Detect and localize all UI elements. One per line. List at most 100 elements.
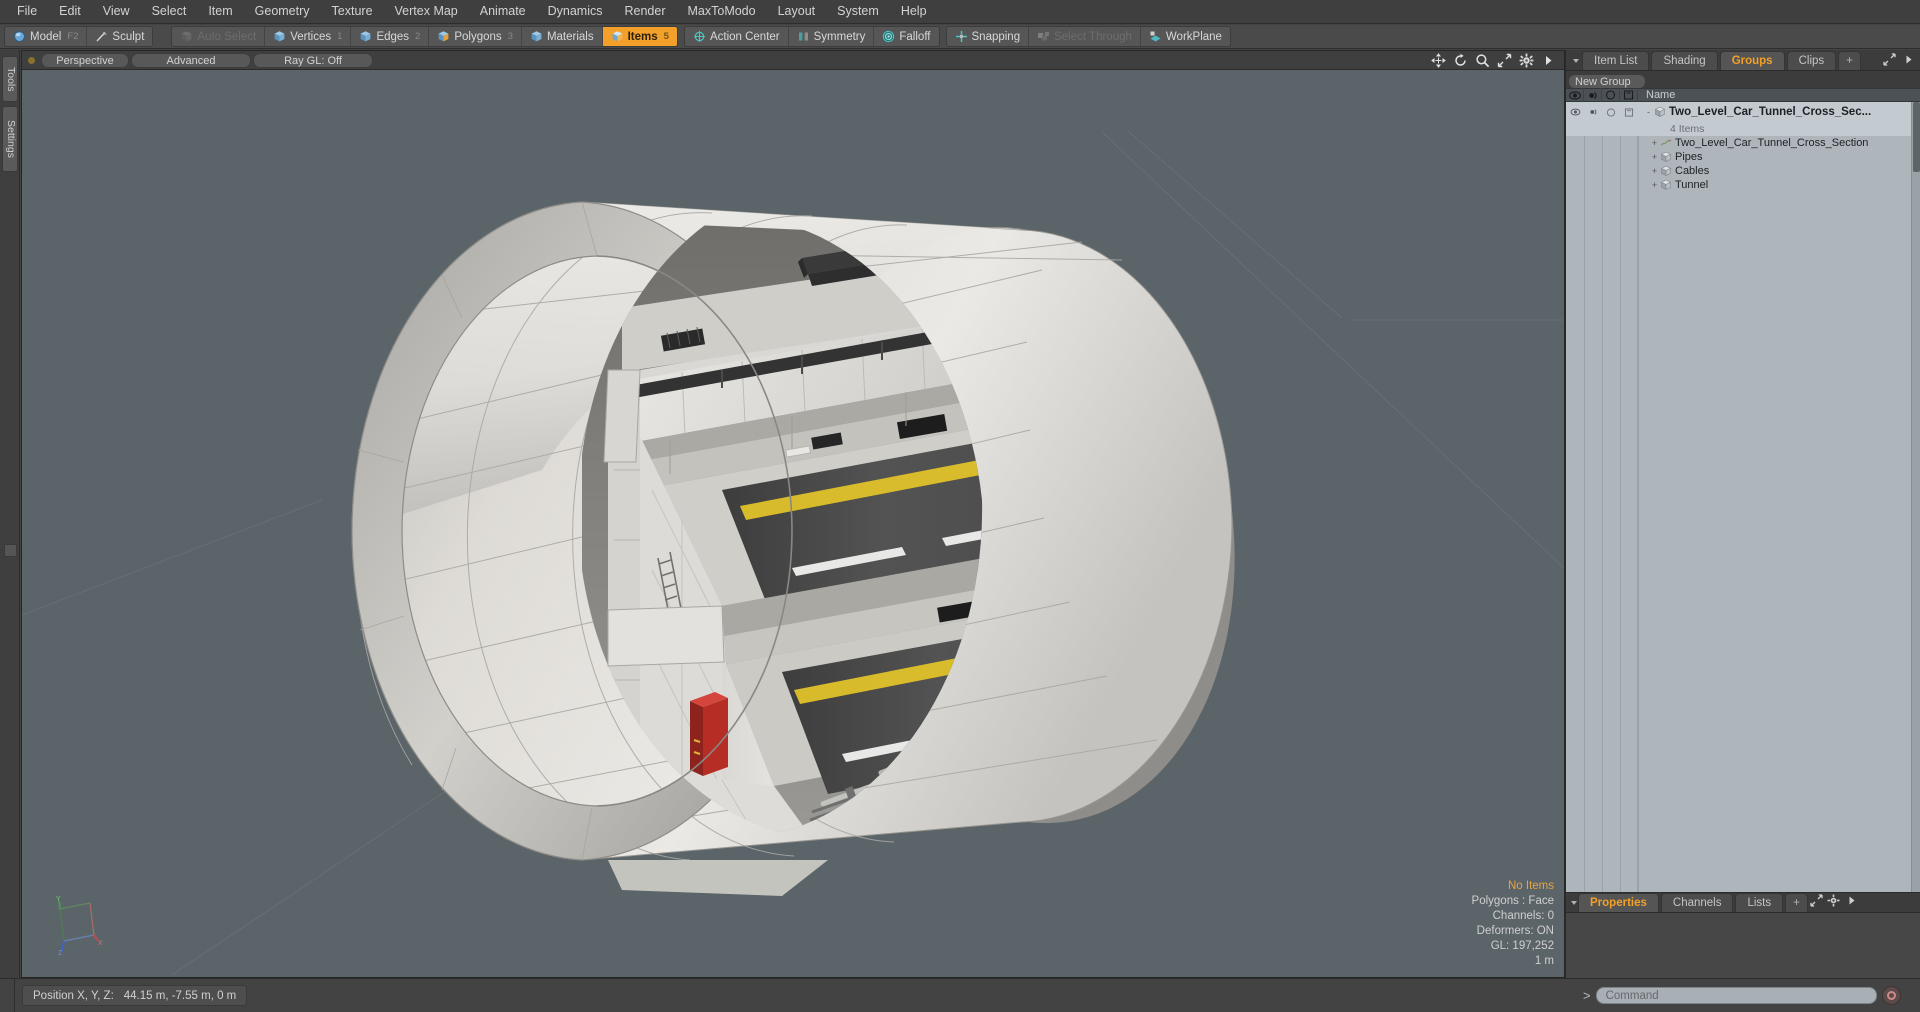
viewport-raygl-selector[interactable]: Ray GL: Off: [253, 52, 373, 68]
sidebar-tab-tools[interactable]: Tools: [2, 56, 18, 102]
mode-group: Model F2 Sculpt: [4, 26, 154, 47]
tab-item-list[interactable]: Item List: [1582, 51, 1650, 70]
maximize-icon[interactable]: [1810, 894, 1823, 907]
symmetry-button[interactable]: Symmetry: [789, 27, 875, 46]
row-visibility-toggle[interactable]: [1566, 102, 1584, 122]
column-lock[interactable]: [1602, 88, 1620, 102]
menu-maxtomodo[interactable]: MaxToModo: [677, 1, 767, 22]
viewport-shading-selector[interactable]: Advanced: [131, 52, 251, 68]
cube-blue-icon: [359, 30, 372, 43]
selection-button-materials[interactable]: Materials: [522, 27, 603, 46]
table-row[interactable]: + Cables: [1566, 164, 1920, 178]
mode-button-model[interactable]: Model F2: [5, 27, 88, 46]
tab-properties[interactable]: Properties: [1578, 893, 1659, 912]
gear-icon[interactable]: [1519, 53, 1534, 68]
mode-button-sculpt[interactable]: Sculpt: [87, 27, 152, 46]
chevron-right-icon[interactable]: [1845, 894, 1858, 907]
tab-lists[interactable]: Lists: [1735, 893, 1784, 912]
selection-button-vertices[interactable]: Vertices 1: [265, 27, 352, 46]
rotate-icon[interactable]: [1453, 53, 1468, 68]
action-center-button[interactable]: Action Center: [685, 27, 789, 46]
menu-item[interactable]: Item: [197, 1, 243, 22]
3d-viewport[interactable]: Perspective Advanced Ray GL: Off No Item…: [21, 50, 1565, 978]
row-render-toggle[interactable]: [1584, 102, 1602, 122]
menu-geometry[interactable]: Geometry: [244, 1, 321, 22]
falloff-button[interactable]: Falloff: [874, 27, 938, 46]
properties-menu-caret-icon[interactable]: [1570, 894, 1578, 912]
axis-gizmo[interactable]: Y X Z: [46, 895, 108, 957]
tree-scrollbar[interactable]: [1911, 102, 1920, 892]
select-through-button[interactable]: Select Through: [1029, 27, 1141, 46]
menu-animate[interactable]: Animate: [469, 1, 537, 22]
menu-system[interactable]: System: [826, 1, 890, 22]
row-expander[interactable]: +: [1650, 138, 1659, 148]
rail-toggle-box[interactable]: [4, 544, 17, 557]
menu-vertex-map[interactable]: Vertex Map: [384, 1, 469, 22]
column-render[interactable]: [1584, 88, 1602, 102]
tab-groups[interactable]: Groups: [1719, 51, 1785, 70]
pan-icon[interactable]: [1431, 53, 1446, 68]
viewport-menu-dot-icon[interactable]: [28, 56, 35, 64]
selection-button-polygons[interactable]: Polygons 3: [429, 27, 522, 46]
menu-help[interactable]: Help: [890, 1, 938, 22]
chevron-right-icon[interactable]: [1541, 53, 1556, 68]
properties-dock: Properties Channels Lists +: [1566, 892, 1920, 978]
group-tree-body[interactable]: - Two_Level_Car_Tunnel_Cross_Sec... 4 It…: [1566, 102, 1920, 892]
tree-scrollbar-thumb[interactable]: [1913, 102, 1920, 172]
column-ghost[interactable]: [1620, 88, 1638, 102]
menu-dynamics[interactable]: Dynamics: [537, 1, 614, 22]
command-input[interactable]: [1595, 987, 1877, 1004]
menu-select[interactable]: Select: [141, 1, 198, 22]
zoom-icon[interactable]: [1475, 53, 1490, 68]
row-expander[interactable]: +: [1650, 152, 1659, 162]
selection-button-items-label: Items: [627, 30, 658, 43]
tab-clips[interactable]: Clips: [1786, 51, 1837, 70]
row-expander[interactable]: +: [1650, 180, 1659, 190]
falloff-label: Falloff: [899, 30, 931, 43]
viewport-nav-icons: [1431, 53, 1556, 68]
menu-view[interactable]: View: [92, 1, 141, 22]
table-row[interactable]: + Pipes: [1566, 150, 1920, 164]
new-group-button[interactable]: New Group: [1568, 74, 1646, 89]
row-ghost-toggle[interactable]: [1620, 102, 1638, 122]
menu-file[interactable]: File: [6, 1, 48, 22]
main-menu-bar: File Edit View Select Item Geometry Text…: [0, 0, 1920, 24]
panel-menu-caret-icon[interactable]: [1570, 52, 1582, 70]
snapping-button[interactable]: Snapping: [947, 27, 1030, 46]
menu-texture[interactable]: Texture: [321, 1, 384, 22]
snapping-group: Snapping Select Through WorkPlane: [945, 26, 1231, 47]
gear-icon[interactable]: [1827, 894, 1840, 907]
brush-icon: [95, 30, 108, 43]
maximize-icon[interactable]: [1883, 53, 1896, 66]
tab-shading[interactable]: Shading: [1651, 51, 1718, 70]
tab-channels[interactable]: Channels: [1660, 893, 1734, 912]
selection-button-edges[interactable]: Edges 2: [351, 27, 430, 46]
cube-orange-icon: [611, 30, 624, 43]
row-expander[interactable]: +: [1650, 166, 1659, 176]
chevron-right-icon[interactable]: [1902, 53, 1915, 66]
viewport-header: Perspective Advanced Ray GL: Off: [22, 51, 1564, 70]
menu-layout[interactable]: Layout: [767, 1, 827, 22]
group-cube-icon: [1660, 165, 1672, 177]
selection-button-auto-select[interactable]: Auto Select: [172, 27, 266, 46]
workplane-button[interactable]: WorkPlane: [1141, 27, 1230, 46]
table-row[interactable]: + Tunnel: [1566, 178, 1920, 192]
modo-application-window: File Edit View Select Item Geometry Text…: [0, 0, 1920, 1012]
menu-edit[interactable]: Edit: [48, 1, 92, 22]
group-cube-icon: [1654, 106, 1666, 118]
status-bar: Position X, Y, Z: 44.15 m, -7.55 m, 0 m …: [0, 978, 1920, 1012]
record-macro-button[interactable]: [1882, 986, 1901, 1005]
row-lock-toggle[interactable]: [1602, 102, 1620, 122]
row-expander[interactable]: -: [1644, 107, 1653, 117]
table-row[interactable]: - Two_Level_Car_Tunnel_Cross_Sec...: [1566, 102, 1920, 122]
viewport-projection-selector[interactable]: Perspective: [41, 52, 129, 68]
column-visibility[interactable]: [1566, 88, 1584, 102]
tab-add[interactable]: +: [1838, 51, 1861, 70]
mode-toolbar: Model F2 Sculpt Auto Select Vertices 1 E…: [0, 25, 1920, 49]
menu-render[interactable]: Render: [614, 1, 677, 22]
tab-add-properties[interactable]: +: [1785, 893, 1808, 912]
table-row[interactable]: + Two_Level_Car_Tunnel_Cross_Section: [1566, 136, 1920, 150]
sidebar-tab-settings[interactable]: Settings: [2, 106, 18, 172]
fit-icon[interactable]: [1497, 53, 1512, 68]
selection-button-items[interactable]: Items 5: [602, 27, 677, 46]
